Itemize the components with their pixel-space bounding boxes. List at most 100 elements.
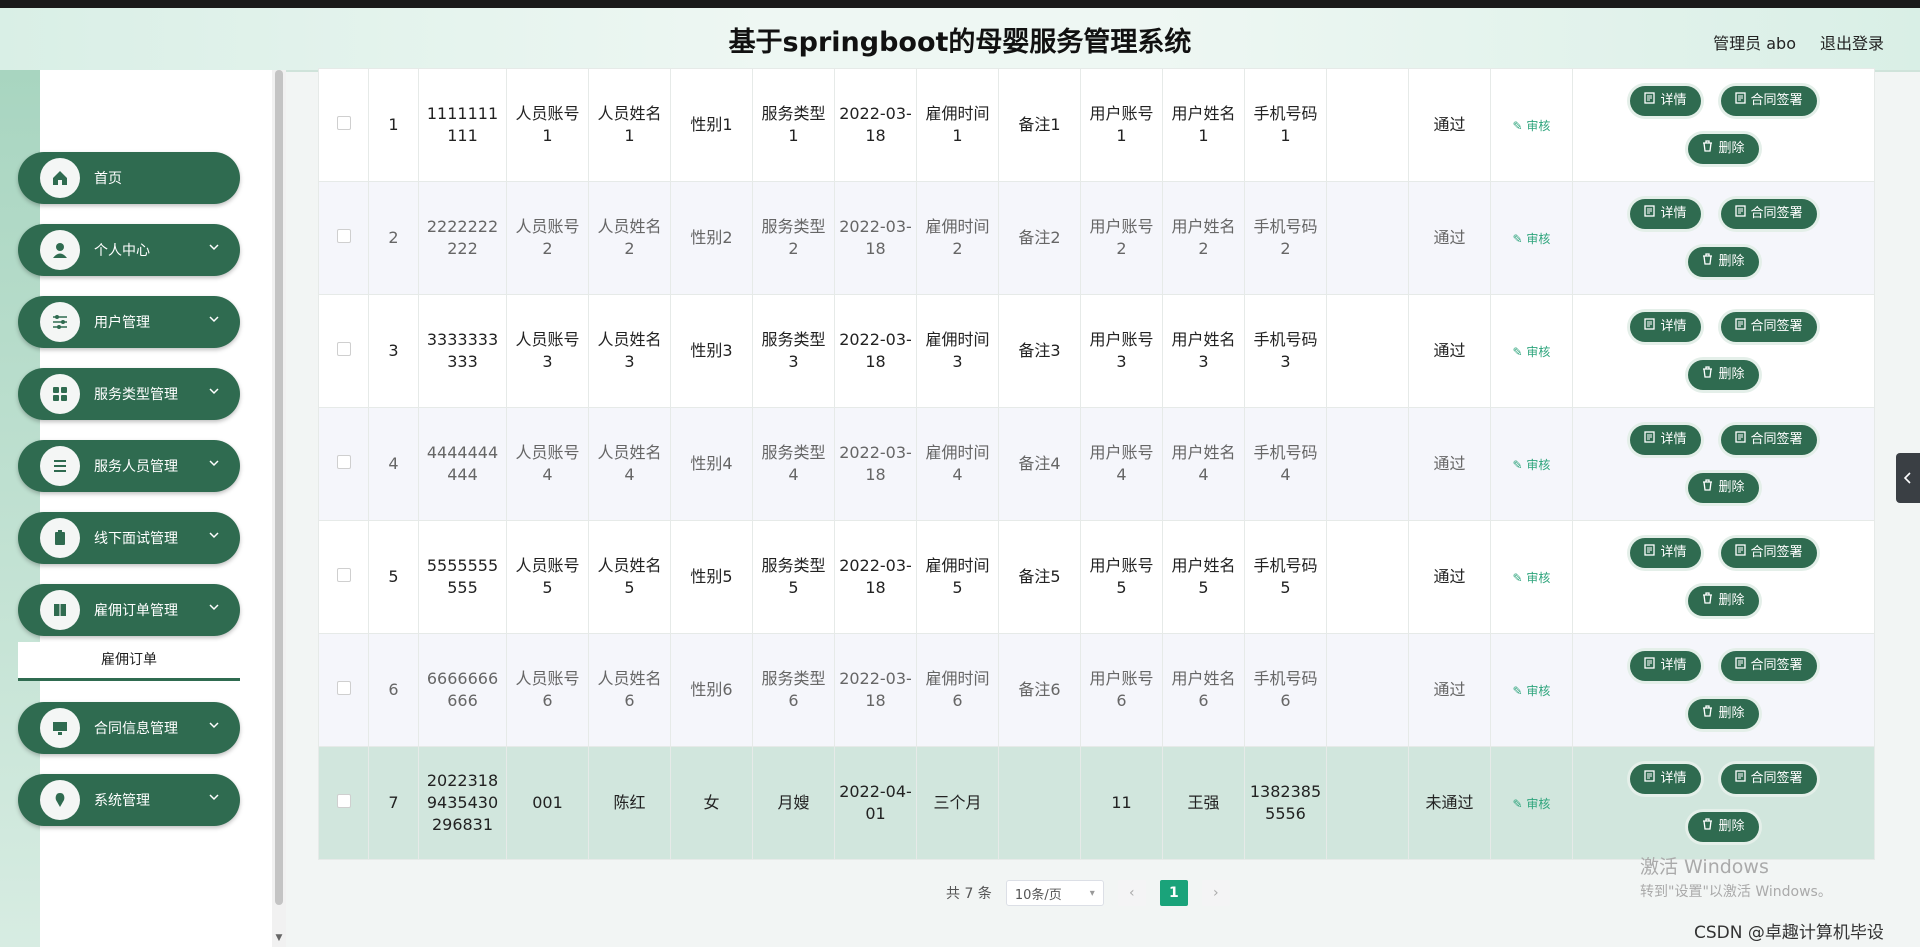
row-checkbox[interactable] [336, 229, 351, 243]
sidebar-item-6[interactable]: 雇佣订单管理 [18, 584, 240, 636]
cell-account: 人员账号3 [506, 294, 589, 408]
sidebar-scrollbar[interactable]: ▼ [272, 70, 286, 947]
delete-button[interactable]: 删除 [1688, 699, 1759, 729]
cell-uname: 用户姓名1 [1162, 68, 1245, 182]
cell-gender: 性别5 [670, 520, 753, 634]
row-checkbox[interactable] [336, 455, 351, 469]
audit-link[interactable]: ✎ 审核 [1513, 458, 1551, 472]
sidebar-item-7[interactable]: 合同信息管理 [18, 702, 240, 754]
row-checkbox-cell[interactable] [318, 407, 369, 521]
audit-link[interactable]: ✎ 审核 [1513, 232, 1551, 246]
detail-button[interactable]: 详情 [1630, 651, 1701, 681]
audit-cell[interactable]: ✎ 审核 [1490, 520, 1573, 634]
cell-phone: 手机号码6 [1244, 633, 1327, 747]
contract-sign-button[interactable]: 合同签署 [1720, 425, 1817, 455]
contract-sign-button[interactable]: 合同签署 [1720, 651, 1817, 681]
row-checkbox[interactable] [336, 116, 351, 130]
cell-account: 人员账号1 [506, 68, 589, 182]
table-row[interactable]: 2 2222222222 人员账号2 人员姓名2 性别2 服务类型2 2022-03-18 雇… [318, 181, 1875, 295]
cell-phone: 手机号码3 [1244, 294, 1327, 408]
clipboard-icon [40, 518, 80, 558]
home-icon [40, 158, 80, 198]
audit-cell[interactable]: ✎ 审核 [1490, 181, 1573, 295]
audit-link[interactable]: ✎ 审核 [1513, 345, 1551, 359]
scroll-down-arrow[interactable]: ▼ [272, 933, 286, 947]
delete-button[interactable]: 删除 [1688, 812, 1759, 842]
row-checkbox-cell[interactable] [318, 520, 369, 634]
row-index: 7 [368, 746, 419, 860]
collapse-panel-button[interactable] [1896, 453, 1920, 503]
cell-extra [1326, 407, 1409, 521]
row-checkbox-cell[interactable] [318, 633, 369, 747]
contract-sign-button[interactable]: 合同签署 [1720, 199, 1817, 229]
page-number-current[interactable]: 1 [1159, 880, 1188, 906]
document-icon [1734, 316, 1746, 338]
row-checkbox-cell[interactable] [318, 181, 369, 295]
delete-button[interactable]: 删除 [1688, 134, 1759, 164]
submenu-item-hire-order[interactable]: 雇佣订单 [18, 642, 240, 681]
page-size-select[interactable]: 10条/页 ▾ [1005, 880, 1104, 906]
cell-name: 人员姓名5 [588, 520, 671, 634]
row-checkbox-cell[interactable] [318, 294, 369, 408]
audit-cell[interactable]: ✎ 审核 [1490, 294, 1573, 408]
contract-sign-button[interactable]: 合同签署 [1720, 86, 1817, 116]
audit-cell[interactable]: ✎ 审核 [1490, 407, 1573, 521]
row-checkbox[interactable] [336, 568, 351, 582]
table-row[interactable]: 3 3333333333 人员账号3 人员姓名3 性别3 服务类型3 2022-03-18 雇… [318, 294, 1875, 408]
prev-page-button[interactable]: ‹ [1117, 880, 1146, 906]
delete-button[interactable]: 删除 [1688, 473, 1759, 503]
table-row[interactable]: 5 5555555555 人员账号5 人员姓名5 性别5 服务类型5 2022-03-18 雇… [318, 520, 1875, 634]
next-page-button[interactable]: › [1201, 880, 1230, 906]
sidebar-item-4[interactable]: 服务人员管理 [18, 440, 240, 492]
row-checkbox-cell[interactable] [318, 68, 369, 182]
row-checkbox-cell[interactable] [318, 746, 369, 860]
contract-label: 合同签署 [1750, 432, 1803, 447]
row-checkbox[interactable] [336, 794, 351, 808]
delete-button[interactable]: 删除 [1688, 247, 1759, 277]
detail-button[interactable]: 详情 [1630, 764, 1701, 794]
delete-button[interactable]: 删除 [1688, 360, 1759, 390]
table-row[interactable]: 1 1111111111 人员账号1 人员姓名1 性别1 服务类型1 2022-03-18 雇… [318, 68, 1875, 182]
contract-sign-button[interactable]: 合同签署 [1720, 764, 1817, 794]
cell-uname: 用户姓名3 [1162, 294, 1245, 408]
sidebar-item-3[interactable]: 服务类型管理 [18, 368, 240, 420]
detail-button[interactable]: 详情 [1630, 538, 1701, 568]
chevron-down-icon [209, 244, 219, 251]
detail-label: 详情 [1660, 93, 1687, 108]
actions-cell: 详情 合同签署删除 [1572, 520, 1875, 634]
sidebar-item-5[interactable]: 线下面试管理 [18, 512, 240, 564]
audit-link[interactable]: ✎ 审核 [1513, 119, 1551, 133]
sidebar-item-label: 首页 [94, 171, 122, 187]
contract-sign-button[interactable]: 合同签署 [1720, 312, 1817, 342]
sidebar-item-8[interactable]: 系统管理 [18, 774, 240, 826]
detail-button[interactable]: 详情 [1630, 86, 1701, 116]
cell-name: 人员姓名3 [588, 294, 671, 408]
detail-button[interactable]: 详情 [1630, 425, 1701, 455]
contract-sign-button[interactable]: 合同签署 [1720, 538, 1817, 568]
audit-cell[interactable]: ✎ 审核 [1490, 633, 1573, 747]
audit-link[interactable]: ✎ 审核 [1513, 571, 1551, 585]
audit-cell[interactable]: ✎ 审核 [1490, 746, 1573, 860]
row-checkbox[interactable] [336, 342, 351, 356]
table-row[interactable]: 7 20223189435430296831 001 陈红女月嫂 2022-04-01 三… [318, 746, 1875, 860]
detail-button[interactable]: 详情 [1630, 312, 1701, 342]
sidebar-item-0[interactable]: 首页 [18, 152, 240, 204]
detail-button[interactable]: 详情 [1630, 199, 1701, 229]
audit-link[interactable]: ✎ 审核 [1513, 684, 1551, 698]
logout-link[interactable]: 退出登录 [1820, 30, 1884, 54]
table-row[interactable]: 4 4444444444 人员账号4 人员姓名4 性别4 服务类型4 2022-03-18 雇… [318, 407, 1875, 521]
scrollbar-thumb[interactable] [275, 70, 283, 905]
contract-label: 合同签署 [1750, 93, 1803, 108]
audit-cell[interactable]: ✎ 审核 [1490, 68, 1573, 182]
cell-order: 5555555555 [418, 520, 507, 634]
detail-label: 详情 [1660, 206, 1687, 221]
sidebar-item-2[interactable]: 用户管理 [18, 296, 240, 348]
cell-uname: 王强 [1162, 746, 1245, 860]
delete-button[interactable]: 删除 [1688, 586, 1759, 616]
chevron-left-icon [1903, 472, 1911, 484]
row-checkbox[interactable] [336, 681, 351, 695]
table-row[interactable]: 6 6666666666 人员账号6 人员姓名6 性别6 服务类型6 2022-03-18 雇… [318, 633, 1875, 747]
trash-icon [1702, 590, 1713, 612]
sidebar-item-1[interactable]: 个人中心 [18, 224, 240, 276]
audit-link[interactable]: ✎ 审核 [1513, 797, 1551, 811]
